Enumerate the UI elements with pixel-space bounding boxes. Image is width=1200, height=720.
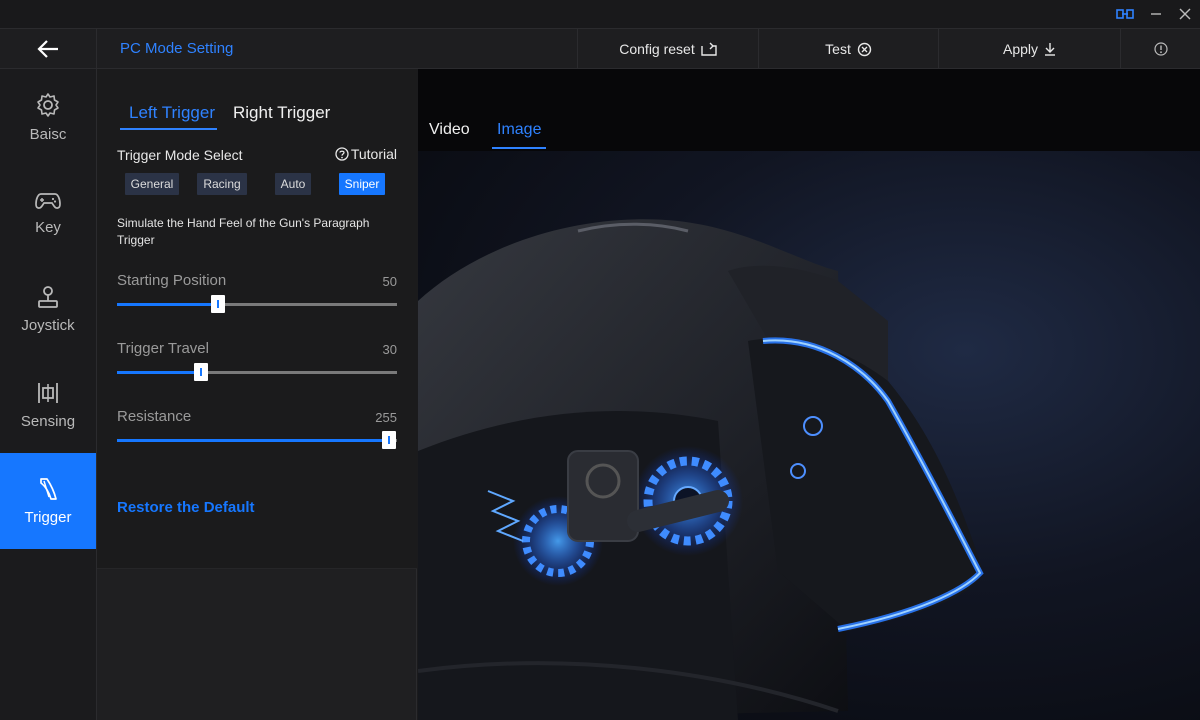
info-button[interactable]: [1120, 29, 1200, 69]
sidebar-item-joystick[interactable]: Joystick: [0, 261, 96, 357]
trigger-settings-panel: Left Trigger Right Trigger Trigger Mode …: [97, 69, 417, 720]
controller-trigger-image: [418, 151, 1200, 720]
sidebar-item-label: Joystick: [21, 316, 75, 334]
slider-thumb[interactable]: [382, 431, 396, 449]
gamepad-icon: [35, 192, 61, 209]
trigger-settings-card: Left Trigger Right Trigger Trigger Mode …: [97, 69, 417, 569]
close-button[interactable]: [1174, 4, 1196, 24]
slider-thumb[interactable]: [210, 295, 225, 313]
mode-sniper-button[interactable]: Sniper: [339, 173, 385, 195]
sidebar-item-sensing[interactable]: Sensing: [0, 357, 96, 453]
starting-position-value: 50: [382, 274, 397, 289]
test-button[interactable]: Test: [758, 29, 938, 69]
resistance-slider[interactable]: [117, 431, 397, 449]
tab-right-trigger[interactable]: Right Trigger: [233, 103, 330, 123]
sensing-icon: [38, 382, 58, 403]
apply-label: Apply: [1002, 41, 1039, 57]
test-icon: [857, 42, 872, 56]
sidebar-item-label: Sensing: [20, 412, 76, 430]
slider-fill: [117, 371, 202, 374]
resistance-value: 255: [375, 410, 397, 425]
test-label: Test: [825, 41, 851, 57]
back-button[interactable]: [0, 29, 97, 69]
starting-position-label: Starting Position: [117, 272, 227, 289]
active-tab-indicator: [120, 128, 217, 130]
info-icon: [1153, 42, 1168, 56]
preview-tab-indicator: [492, 147, 546, 149]
slider-fill: [117, 303, 218, 306]
restore-default-link[interactable]: Restore the Default: [117, 499, 255, 516]
sidebar-nav: Baisc Key Joystick Sensing Trigger: [0, 69, 97, 720]
sidebar-item-label: Baisc: [29, 125, 67, 143]
tutorial-label: Tutorial: [350, 146, 397, 162]
link-device-icon[interactable]: [1114, 4, 1136, 24]
resistance-label: Resistance: [117, 408, 192, 425]
help-icon: [335, 147, 349, 161]
trigger-icon: [40, 477, 57, 500]
sidebar-item-basic[interactable]: Baisc: [0, 69, 96, 165]
tutorial-link[interactable]: Tutorial: [335, 146, 397, 162]
mode-auto-button[interactable]: Auto: [275, 173, 311, 195]
sidebar-item-label: Key: [35, 218, 61, 236]
preview-area: Video Image: [418, 69, 1200, 720]
starting-position-slider[interactable]: [117, 295, 397, 313]
mode-racing-button[interactable]: Racing: [197, 173, 247, 195]
apply-button[interactable]: Apply: [938, 29, 1120, 69]
back-arrow-icon: [37, 40, 58, 58]
download-icon: [1045, 43, 1056, 56]
trigger-travel-label: Trigger Travel: [117, 340, 209, 357]
trigger-travel-value: 30: [382, 342, 397, 357]
title-bar: [0, 0, 1200, 28]
minimize-button[interactable]: [1145, 4, 1167, 24]
sidebar-item-trigger[interactable]: Trigger: [0, 453, 96, 549]
sidebar-item-key[interactable]: Key: [0, 165, 96, 261]
mode-general-button[interactable]: General: [125, 173, 179, 195]
tab-image[interactable]: Image: [497, 121, 541, 139]
joystick-icon: [38, 285, 58, 308]
slider-fill: [117, 439, 389, 442]
gear-icon: [37, 92, 59, 117]
header-bar: PC Mode Setting Config reset Test Apply: [0, 28, 1200, 69]
mode-description: Simulate the Hand Feel of the Gun's Para…: [117, 216, 370, 247]
tab-left-trigger[interactable]: Left Trigger: [129, 103, 215, 123]
sidebar-item-label: Trigger: [24, 508, 72, 526]
controller-trigger-illustration: [418, 219, 984, 720]
trigger-travel-slider[interactable]: [117, 363, 397, 381]
config-reset-label: Config reset: [619, 41, 695, 57]
trigger-mode-title: Trigger Mode Select: [117, 147, 243, 163]
tab-video[interactable]: Video: [429, 121, 470, 139]
slider-thumb[interactable]: [194, 363, 209, 381]
config-reset-button[interactable]: Config reset: [577, 29, 758, 69]
reset-icon: [701, 42, 717, 56]
page-title: PC Mode Setting: [120, 40, 234, 57]
